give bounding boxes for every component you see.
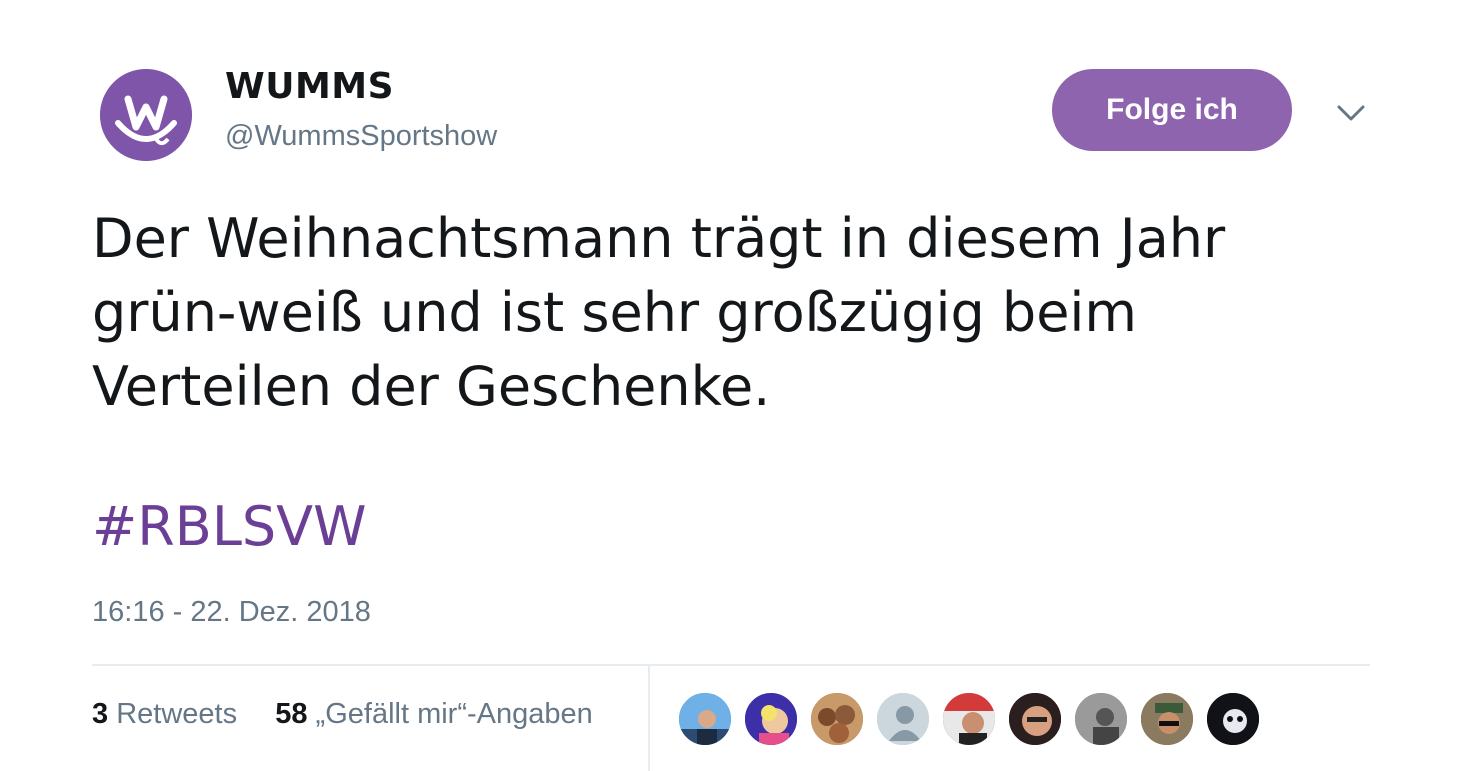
liker-avatar[interactable] (743, 691, 799, 747)
retweets-count: 3 (92, 698, 109, 730)
divider (648, 666, 650, 771)
chevron-down-icon[interactable] (1333, 98, 1369, 128)
divider (92, 664, 1370, 666)
user-avatar-icon (943, 693, 995, 745)
liker-avatar[interactable] (1139, 691, 1195, 747)
retweets-label: Retweets (116, 698, 238, 730)
hashtag-link[interactable]: #RBLSVW (92, 495, 367, 558)
tweet-line: Der Weihnachtsmann trägt in diesem Jahr (92, 207, 1226, 270)
user-handle[interactable]: @WummsSportshow (225, 120, 497, 153)
wumms-logo-icon (100, 69, 192, 161)
liker-avatar[interactable] (875, 691, 931, 747)
tweet-line: Verteilen der Geschenke. (92, 355, 771, 418)
tweet-timestamp[interactable]: 16:16 - 22. Dez. 2018 (92, 596, 371, 629)
liker-avatar[interactable] (809, 691, 865, 747)
liker-avatar[interactable] (1205, 691, 1261, 747)
likes-stat[interactable]: 58 „Gefällt mir“-Angaben (275, 698, 593, 730)
user-avatar-icon (1207, 693, 1259, 745)
tweet-text: Der Weihnachtsmann trägt in diesem Jahr … (92, 202, 1392, 424)
user-name[interactable]: WUMMS (225, 66, 394, 107)
tweet-stats: 3 Retweets 58 „Gefällt mir“-Angaben (92, 698, 593, 731)
liker-avatar[interactable] (677, 691, 733, 747)
user-avatar-icon (679, 693, 731, 745)
likes-count: 58 (275, 698, 308, 730)
retweets-stat[interactable]: 3 Retweets (92, 698, 237, 730)
liker-avatar[interactable] (1073, 691, 1129, 747)
user-avatar-icon (1141, 693, 1193, 745)
user-avatar-icon (811, 693, 863, 745)
tweet-line: grün-weiß und ist sehr großzügig beim (92, 281, 1138, 344)
profile-avatar[interactable] (100, 69, 192, 161)
liker-avatar[interactable] (941, 691, 997, 747)
user-avatar-icon (745, 693, 797, 745)
default-avatar-icon (877, 693, 929, 745)
liker-avatar[interactable] (1007, 691, 1063, 747)
user-avatar-icon (1075, 693, 1127, 745)
user-avatar-icon (1009, 693, 1061, 745)
follow-button[interactable]: Folge ich (1052, 69, 1292, 151)
likes-label: „Gefällt mir“-Angaben (315, 698, 593, 730)
